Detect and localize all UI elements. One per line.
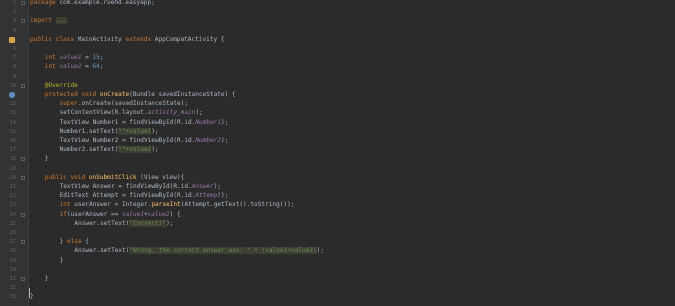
code-token: Answer.setText( <box>74 247 130 255</box>
code-token: Number2.setText( <box>59 146 119 154</box>
fold-toggle-icon[interactable] <box>21 83 25 88</box>
code-token: Attempt <box>195 192 222 200</box>
code-token: (Attempt.getText().toString()); <box>180 201 295 209</box>
code-token: if <box>59 210 67 218</box>
code-token: int <box>59 201 75 209</box>
code-token: ) { <box>169 210 181 218</box>
code-token: Answer.setText( <box>74 219 130 227</box>
code-token: = <box>81 63 93 71</box>
code-token: value2 <box>147 210 170 218</box>
code-token: import <box>30 17 56 25</box>
code-token: public void <box>44 173 89 181</box>
code-lines[interactable]: 1 package com.example.ruehd.easyapp; 2 3 imp… <box>0 0 675 306</box>
fold-toggle-icon[interactable] <box>21 277 25 281</box>
code-token: super <box>59 100 78 108</box>
code-token: activity_main <box>147 109 196 117</box>
code-token: value2 <box>59 63 82 71</box>
code-token: TextView Number2 = findViewById(R.id. <box>59 137 196 144</box>
code-token: ); <box>316 247 324 255</box>
code-token: ); <box>151 127 159 135</box>
code-token: public class <box>30 35 78 43</box>
code-token: Number2 <box>195 137 222 144</box>
code-token: extends <box>125 35 155 43</box>
code-token: userAnswer = Integer. <box>74 201 152 209</box>
code-token: ); <box>221 137 229 144</box>
text-caret <box>29 288 30 298</box>
code-token: 15 <box>92 54 100 62</box>
fold-toggle-icon[interactable] <box>21 175 25 180</box>
fold-toggle-icon[interactable] <box>21 1 25 5</box>
run-class-icon[interactable] <box>9 36 15 43</box>
code-token: setContentView(R.layout. <box>59 109 148 117</box>
code-token: ""+value2 <box>118 146 152 154</box>
code-token: Number1 <box>195 118 222 126</box>
code-token: 64 <box>92 63 100 71</box>
code-token: onSubmitClick <box>88 173 137 181</box>
code-token: (userAnswer == <box>66 210 122 218</box>
fold-toggle-icon[interactable] <box>21 157 25 162</box>
vertical-scrollbar[interactable] <box>668 0 675 306</box>
code-token: ); <box>213 183 222 190</box>
code-token: Answer <box>191 183 214 190</box>
code-token: onCreate <box>99 91 130 98</box>
code-token: } <box>59 238 67 246</box>
code-token: int <box>44 63 60 71</box>
code-token: value1 <box>59 54 82 62</box>
code-token: .onCreate(savedInstanceState); <box>77 100 188 108</box>
code-editor[interactable]: 1 package com.example.ruehd.easyapp; 2 3 imp… <box>0 0 675 306</box>
code-token: } <box>30 293 34 301</box>
fold-toggle-icon[interactable] <box>21 212 25 217</box>
code-token: com.example.ruehd.easyapp; <box>59 0 155 6</box>
code-token: else <box>66 238 86 246</box>
code-token: { <box>85 238 89 246</box>
code-token: = <box>81 54 93 62</box>
code-text: } <box>30 292 34 302</box>
code-token: } <box>59 256 64 264</box>
code-token: ); <box>221 118 229 126</box>
code-token: MainActivity <box>77 35 126 43</box>
code-token: int <box>44 54 60 62</box>
code-token: @Override <box>44 81 78 89</box>
code-token: ); <box>221 192 229 200</box>
code-token: ; <box>99 54 104 62</box>
code-token: protected void <box>44 91 100 98</box>
code-token: package <box>30 0 60 6</box>
code-token: (Bundle savedInstanceState) { <box>129 91 236 98</box>
code-token: } <box>44 155 49 163</box>
line-number: 33 <box>9 294 16 301</box>
code-token: ... <box>55 17 67 25</box>
code-token: ); <box>166 219 174 227</box>
code-token: "Correct!" <box>129 219 167 227</box>
code-token: Number1.setText( <box>59 127 119 135</box>
fold-toggle-icon[interactable] <box>21 19 25 24</box>
code-token: "Wrong, the correct answer was: " + (val… <box>129 247 317 255</box>
code-token: parseInt <box>151 201 181 209</box>
code-token: ""+value1 <box>118 127 152 135</box>
code-token: } <box>44 275 49 282</box>
code-token: (View view){ <box>136 173 185 181</box>
code-token: TextView Number1 = findViewById(R.id. <box>59 118 196 126</box>
code-token: ; <box>99 63 104 71</box>
override-icon[interactable] <box>9 92 15 98</box>
code-token: AppCompatActivity { <box>154 35 225 43</box>
code-line[interactable]: 33} <box>0 292 675 302</box>
code-token: EditText Attempt = findViewById(R.id. <box>59 192 196 200</box>
code-token: value1 <box>121 210 144 218</box>
code-token: TextView Answer = findViewById(R.id. <box>59 183 192 190</box>
code-token: ); <box>195 109 203 117</box>
fold-toggle-icon[interactable] <box>21 240 25 245</box>
code-token: ); <box>151 146 159 154</box>
